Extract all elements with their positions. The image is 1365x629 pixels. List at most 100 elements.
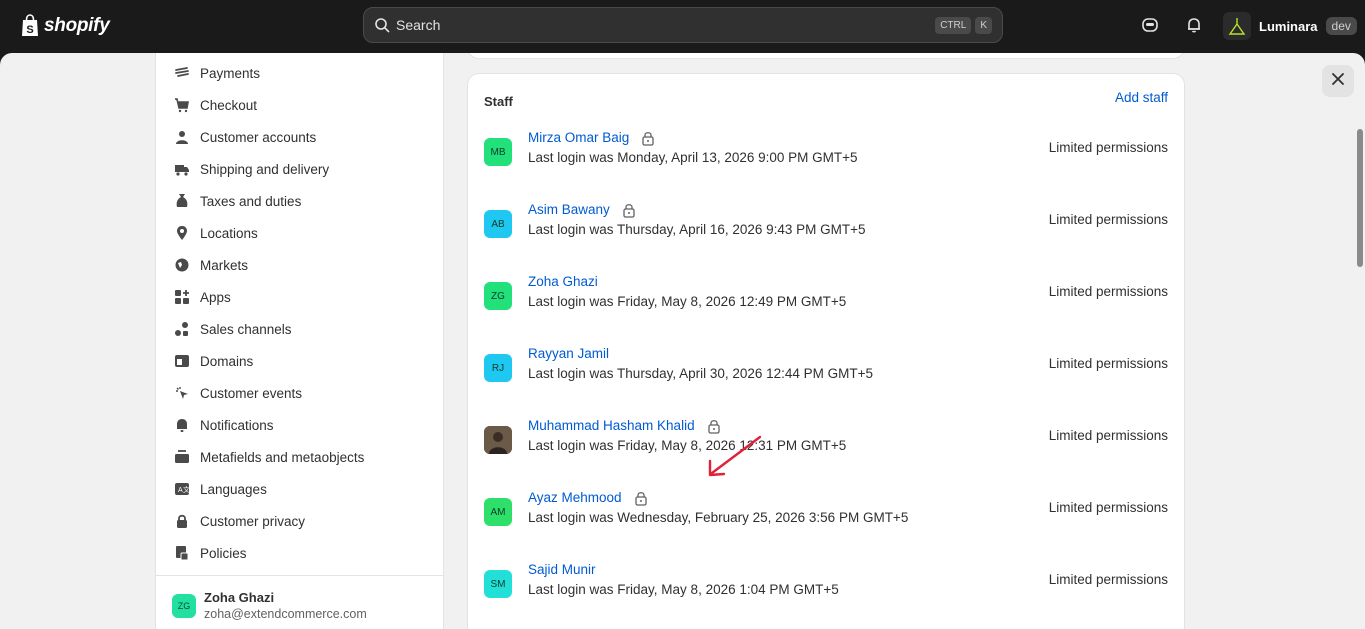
annotation-arrow — [708, 435, 762, 477]
close-button[interactable] — [1322, 65, 1354, 97]
top-bar: S shopify Search CTRL K Luminara dev — [0, 0, 1365, 53]
cursor-icon — [174, 385, 190, 401]
permission-label: Limited permissions — [1048, 356, 1168, 371]
scrollbar[interactable] — [1357, 129, 1363, 267]
avatar: ZG — [484, 282, 512, 310]
sidebar-item-customer-privacy[interactable]: Customer privacy — [156, 505, 443, 537]
last-login-text: Last login was Monday, April 13, 2026 9:… — [528, 150, 858, 165]
user-email: zoha@extendcommerce.com — [204, 607, 367, 621]
sidebar-item-taxes-and-duties[interactable]: Taxes and duties — [156, 185, 443, 217]
permission-label: Limited permissions — [1048, 284, 1168, 299]
metafields-icon — [174, 449, 190, 465]
tax-icon — [174, 193, 190, 209]
sidebar-item-label: Shipping and delivery — [200, 161, 330, 177]
lock-icon — [622, 202, 636, 218]
svg-text:文: 文 — [183, 485, 190, 494]
sidebar-item-label: Metafields and metaobjects — [200, 449, 365, 465]
sidebar-item-metafields-and-metaobjects[interactable]: Metafields and metaobjects — [156, 441, 443, 473]
sidebar-item-domains[interactable]: Domains — [156, 345, 443, 377]
store-switcher[interactable]: Luminara dev — [1223, 12, 1357, 40]
current-user[interactable]: ZG Zoha Ghazi zoha@extendcommerce.com — [156, 575, 443, 629]
lock-icon — [707, 418, 721, 434]
sidebar-item-label: Customer accounts — [200, 129, 317, 145]
sidebar-item-label: Sales channels — [200, 321, 292, 337]
sidebar-item-notifications[interactable]: Notifications — [156, 409, 443, 441]
avatar: MB — [484, 138, 512, 166]
sidebar-item-payments[interactable]: Payments — [156, 57, 443, 89]
sidebar-item-label: Payments — [200, 65, 261, 81]
permission-label: Limited permissions — [1048, 428, 1168, 443]
sidebar-item-label: Locations — [200, 225, 258, 241]
avatar: SM — [484, 570, 512, 598]
sidebar-item-label: Checkout — [200, 97, 258, 113]
staff-name-link[interactable]: Asim Bawany — [528, 202, 610, 217]
staff-name-link[interactable]: Mirza Omar Baig — [528, 130, 629, 145]
staff-row: RJ Rayyan Jamil Last login was Thursday, A… — [468, 344, 1184, 416]
logo-wordmark: shopify — [44, 15, 110, 36]
avatar: RJ — [484, 354, 512, 382]
sidebar-item-checkout[interactable]: Checkout — [156, 89, 443, 121]
sidekick-icon[interactable] — [1139, 14, 1161, 36]
sidebar-item-customer-accounts[interactable]: Customer accounts — [156, 121, 443, 153]
last-login-text: Last login was Thursday, April 30, 2026 … — [528, 366, 874, 381]
settings-sidebar: Payments Checkout Customer accounts Shippin… — [155, 53, 444, 629]
add-staff-button[interactable]: Add staff — [1115, 90, 1168, 105]
settings-nav: Payments Checkout Customer accounts Shippin… — [156, 57, 443, 569]
store-name: Luminara — [1259, 18, 1318, 34]
staff-row: MB Mirza Omar Baig Last login was Monday, … — [468, 128, 1184, 200]
sidebar-item-markets[interactable]: Markets — [156, 249, 443, 281]
staff-row: Muhammad Hasham Khalid Last login was Fri… — [468, 416, 1184, 488]
svg-text:S: S — [26, 24, 33, 36]
lock-icon — [634, 490, 648, 506]
staff-name-link[interactable]: Ayaz Mehmood — [528, 490, 622, 505]
sidebar-item-label: Policies — [200, 545, 247, 561]
staff-row: AB Asim Bawany Last login was Thursday, Ap… — [468, 200, 1184, 272]
avatar: ZG — [172, 593, 196, 618]
search-placeholder: Search — [396, 17, 441, 33]
channels-icon — [174, 321, 190, 337]
sidebar-item-customer-events[interactable]: Customer events — [156, 377, 443, 409]
shortcut-k: K — [975, 16, 992, 34]
store-logo-icon — [1223, 12, 1251, 40]
sidebar-item-sales-channels[interactable]: Sales channels — [156, 313, 443, 345]
sidebar-item-label: Apps — [200, 289, 231, 305]
staff-name-link[interactable]: Muhammad Hasham Khalid — [528, 418, 695, 433]
sidebar-item-label: Domains — [200, 353, 254, 369]
payments-icon — [174, 65, 190, 81]
cart-icon — [174, 97, 190, 113]
truck-icon — [174, 161, 190, 177]
sidebar-item-apps[interactable]: Apps — [156, 281, 443, 313]
sidebar-item-languages[interactable]: A 文 Languages — [156, 473, 443, 505]
staff-name-link[interactable]: Rayyan Jamil — [528, 346, 609, 361]
last-login-text: Last login was Thursday, April 16, 2026 … — [528, 222, 866, 237]
policy-icon — [174, 545, 190, 561]
permission-label: Limited permissions — [1048, 212, 1168, 227]
close-icon — [1331, 72, 1345, 91]
staff-row: ZG Zoha Ghazi Last login was Friday, May 8… — [468, 272, 1184, 344]
shopify-bag-icon: S — [20, 14, 40, 38]
staff-name-link[interactable]: Sajid Munir — [528, 562, 596, 577]
avatar — [484, 426, 512, 454]
permission-label: Limited permissions — [1048, 140, 1168, 155]
language-icon: A文 — [174, 481, 190, 497]
previous-card — [467, 53, 1185, 59]
settings-canvas: Payments Checkout Customer accounts Shippin… — [0, 53, 1365, 629]
globe-icon — [174, 257, 190, 273]
sidebar-item-locations[interactable]: Locations — [156, 217, 443, 249]
sidebar-item-shipping-and-delivery[interactable]: Shipping and delivery — [156, 153, 443, 185]
search-bar[interactable]: Search CTRL K — [363, 7, 1003, 43]
bell-icon — [174, 417, 190, 433]
lock-icon — [641, 130, 655, 146]
domain-icon — [174, 353, 190, 369]
sidebar-item-label: Languages — [200, 481, 267, 497]
sidebar-item-label: Customer events — [200, 385, 303, 401]
sidebar-item-policies[interactable]: Policies — [156, 537, 443, 569]
shopify-logo[interactable]: S shopify — [20, 12, 110, 40]
staff-name-link[interactable]: Zoha Ghazi — [528, 274, 598, 289]
avatar: AM — [484, 498, 512, 526]
person-icon — [174, 129, 190, 145]
sidebar-item-label: Taxes and duties — [200, 193, 302, 209]
apps-icon — [174, 289, 190, 305]
search-icon — [374, 17, 390, 33]
bell-icon[interactable] — [1183, 14, 1205, 36]
